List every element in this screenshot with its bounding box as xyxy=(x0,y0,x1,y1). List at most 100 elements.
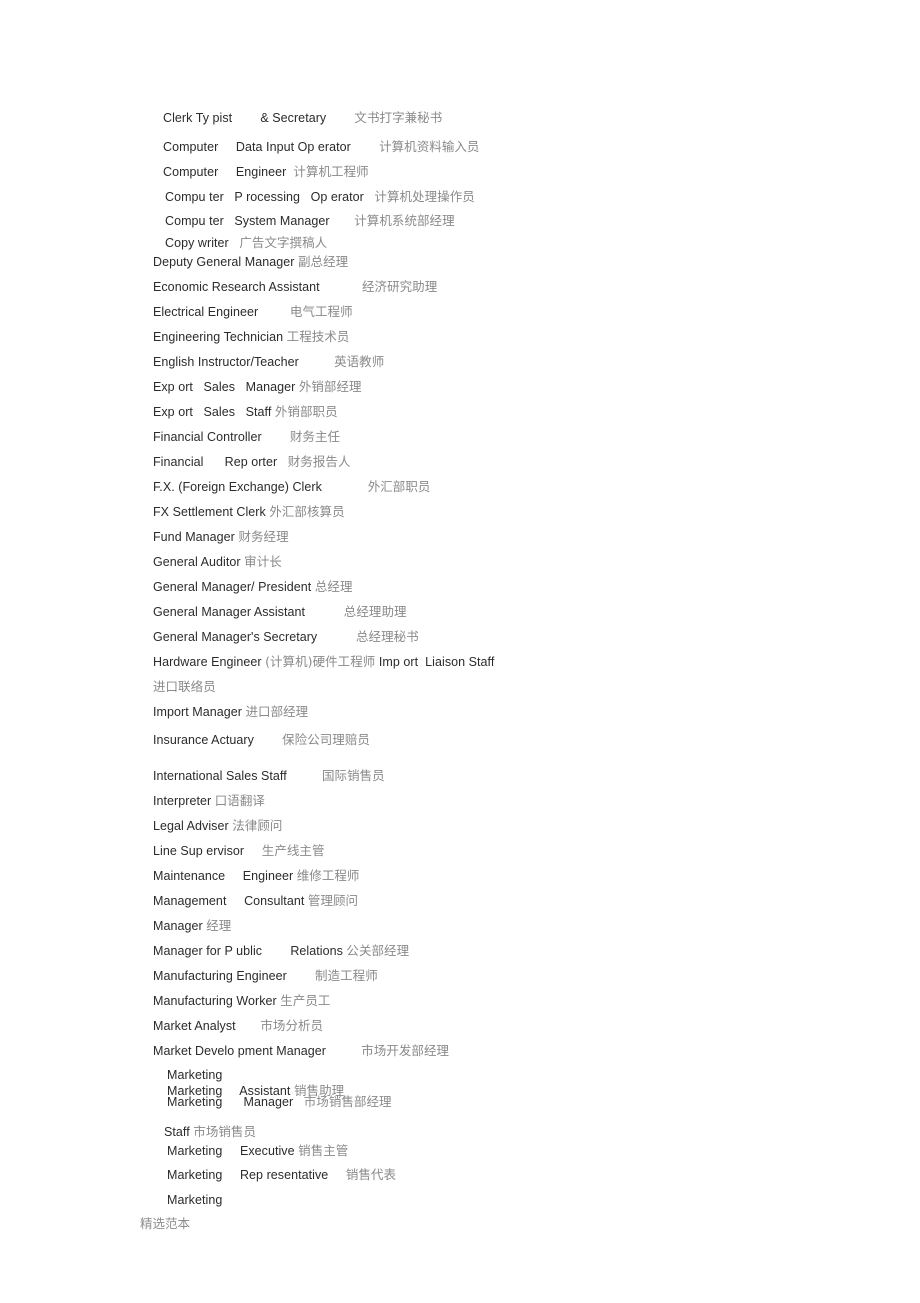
entry-term-en-2: System Manager xyxy=(234,214,330,228)
entry-term-cn: 英语教师 xyxy=(334,354,385,369)
glossary-entry-export-sales-manager: Exp ort Sales Manager 外销部经理 xyxy=(153,379,362,395)
entry-term-cn: 国际销售员 xyxy=(321,768,385,783)
entry-spacer-1 xyxy=(244,844,262,858)
entry-term-en: Hardware Engineer xyxy=(153,655,266,669)
entry-spacer-1 xyxy=(262,944,290,958)
entry-term-en: Manager for P ublic xyxy=(153,944,263,958)
entry-term-en: Exp ort Sales Staff xyxy=(153,405,272,419)
glossary-entry-marketing-last: Marketing xyxy=(167,1193,222,1207)
entry-spacer-1 xyxy=(224,214,235,228)
glossary-entry-manufacturing-worker: Manufacturing Worker 生产员工 xyxy=(153,993,331,1009)
entry-term-en: Maintenance xyxy=(153,869,226,883)
glossary-entry-general-managers-secretary: General Manager's Secretary 总经理秘书 xyxy=(153,629,419,645)
entry-term-en: Exp ort Sales Manager xyxy=(153,380,296,394)
entry-term-en: Computer xyxy=(163,140,219,154)
glossary-entry-insurance-actuary: Insurance Actuary 保险公司理赔员 xyxy=(153,733,370,748)
glossary-entry-fund-manager: Fund Manager 财务经理 xyxy=(153,529,289,545)
entry-spacer-1 xyxy=(222,1168,240,1182)
glossary-entry-financial-reporter: Financial Rep orter 财务报告人 xyxy=(153,454,351,470)
entry-spacer-2 xyxy=(330,214,355,228)
entry-spacer-2 xyxy=(293,1095,304,1109)
entry-term-en: Compu ter xyxy=(165,214,224,228)
glossary-entry-legal-adviser: Legal Adviser 法律顾问 xyxy=(153,818,283,834)
entry-spacer-1 xyxy=(277,455,288,469)
entry-term-cn: 财务报告人 xyxy=(287,454,351,469)
entry-spacer-1 xyxy=(222,1144,240,1158)
entry-term-cn: 总经理秘书 xyxy=(356,629,419,644)
entry-term-en: FX Settlement Clerk xyxy=(153,505,266,519)
glossary-entry-computer-engineer: Computer Engineer 计算机工程师 xyxy=(163,165,369,180)
entry-term-en: Line Sup ervisor xyxy=(153,844,245,858)
glossary-entry-copy-writer: Copy writer 广告文字撰稿人 xyxy=(165,236,327,251)
entry-term-en: Financial Rep orter xyxy=(153,455,278,469)
entry-spacer-1 xyxy=(236,1019,261,1033)
entry-term-cn: 维修工程师 xyxy=(296,868,360,883)
entry-term-cn: 市场销售部经理 xyxy=(303,1094,392,1109)
entry-term-cn: 财务主任 xyxy=(289,429,341,444)
entry-spacer-1 xyxy=(222,1095,243,1109)
entry-term-cn: 计算机处理操作员 xyxy=(374,189,475,204)
entry-term-en: Manufacturing Worker xyxy=(153,994,277,1008)
entry-spacer-1 xyxy=(224,190,235,204)
entry-term-cn: 总经理 xyxy=(314,579,353,594)
entry-term-en-2: Engineer xyxy=(235,165,287,179)
document-page: Clerk Ty pist & Secretary 文书打字兼秘书 Compute… xyxy=(0,0,920,1303)
entry-spacer-1 xyxy=(305,605,344,619)
entry-term-cn: 计算机系统部经理 xyxy=(354,213,455,228)
glossary-entry-deputy-general-manager: Deputy General Manager 副总经理 xyxy=(153,254,349,270)
entry-term-cn: 计算机资料输入员 xyxy=(379,139,480,154)
entry-term-cn: 制造工程师 xyxy=(315,968,378,983)
glossary-entry-manager-public-relations: Manager for P ublic Relations 公关部经理 xyxy=(153,943,410,959)
entry-spacer-1 xyxy=(262,430,290,444)
entry-spacer-2 xyxy=(351,140,379,154)
entry-term-cn: 总经理助理 xyxy=(343,604,407,619)
entry-term-en-2: Rep resentative xyxy=(239,1168,329,1182)
entry-term-en: Marketing xyxy=(167,1144,223,1158)
entry-term-cn: 公关部经理 xyxy=(346,943,410,958)
entry-spacer-1 xyxy=(287,969,315,983)
glossary-entry-clerk-typist-secretary: Clerk Ty pist & Secretary 文书打字兼秘书 xyxy=(163,111,442,126)
entry-term-en: Engineering Technician xyxy=(153,330,284,344)
glossary-entry-hardware-engineer-import-liaison: Hardware Engineer (计算机)硬件工程师 Imp ort Lia… xyxy=(153,654,495,670)
entry-term-cn: (计算机)硬件工程师 xyxy=(265,654,376,669)
entry-term-cn: 进口部经理 xyxy=(245,704,309,719)
glossary-entry-fx-settlement-clerk: FX Settlement Clerk 外汇部核算员 xyxy=(153,505,345,520)
glossary-entry-marketing-representative: Marketing Rep resentative 销售代表 xyxy=(167,1167,397,1183)
glossary-entry-engineering-technician: Engineering Technician 工程技术员 xyxy=(153,330,349,345)
entry-term-cn: 审计长 xyxy=(244,554,282,569)
entry-term-en-2: Executive xyxy=(239,1144,295,1158)
entry-term-cn: 销售代表 xyxy=(345,1167,397,1182)
entry-term-en: International Sales Staff xyxy=(153,769,287,783)
entry-term-en: Market Develo pment Manager xyxy=(153,1044,326,1058)
entry-spacer-1 xyxy=(326,1044,361,1058)
entry-term-cn: 生产员工 xyxy=(280,993,331,1008)
entry-term-en-2: Engineer xyxy=(242,869,294,883)
entry-spacer-2 xyxy=(328,1168,346,1182)
entry-term-cn: 外汇部职员 xyxy=(367,479,431,494)
glossary-entry-market-analyst: Market Analyst 市场分析员 xyxy=(153,1019,323,1034)
entry-term-en-3: Imp ort Liaison Staff xyxy=(375,655,495,669)
entry-term-en: Marketing xyxy=(167,1193,223,1207)
entry-term-cn: 法律顾问 xyxy=(232,818,283,833)
entry-spacer-1 xyxy=(226,894,244,908)
glossary-entry-international-sales-staff: International Sales Staff 国际销售员 xyxy=(153,768,385,784)
entry-term-cn: 市场开发部经理 xyxy=(361,1043,450,1058)
entry-spacer-1 xyxy=(225,869,243,883)
glossary-entry-marketing-manager: Marketing Manager 市场销售部经理 xyxy=(167,1094,392,1110)
glossary-entry-computer-processing-operator: Compu ter P rocessing Op erator 计算机处理操作员 xyxy=(165,189,475,205)
entry-term-cn: 外销部经理 xyxy=(298,379,362,394)
glossary-entry-english-instructor-teacher: English Instructor/Teacher 英语教师 xyxy=(153,354,385,370)
glossary-entry-manufacturing-engineer: Manufacturing Engineer 制造工程师 xyxy=(153,968,378,984)
entry-term-en: General Manager's Secretary xyxy=(153,630,318,644)
entry-term-en: Marketing xyxy=(167,1095,223,1109)
entry-term-cn: 管理顾问 xyxy=(307,893,359,908)
entry-spacer-1 xyxy=(287,769,322,783)
glossary-entry-marketing-executive: Marketing Executive 销售主管 xyxy=(167,1144,348,1159)
glossary-entry-maintenance-engineer: Maintenance Engineer 维修工程师 xyxy=(153,868,360,884)
entry-term-cn: 财务经理 xyxy=(238,529,289,544)
entry-spacer-2 xyxy=(364,190,375,204)
entry-term-cn: 副总经理 xyxy=(298,254,349,269)
glossary-entry-manager: Manager 经理 xyxy=(153,919,231,934)
entry-term-en: Fund Manager xyxy=(153,530,235,544)
entry-term-en: Market Analyst xyxy=(153,1019,236,1033)
